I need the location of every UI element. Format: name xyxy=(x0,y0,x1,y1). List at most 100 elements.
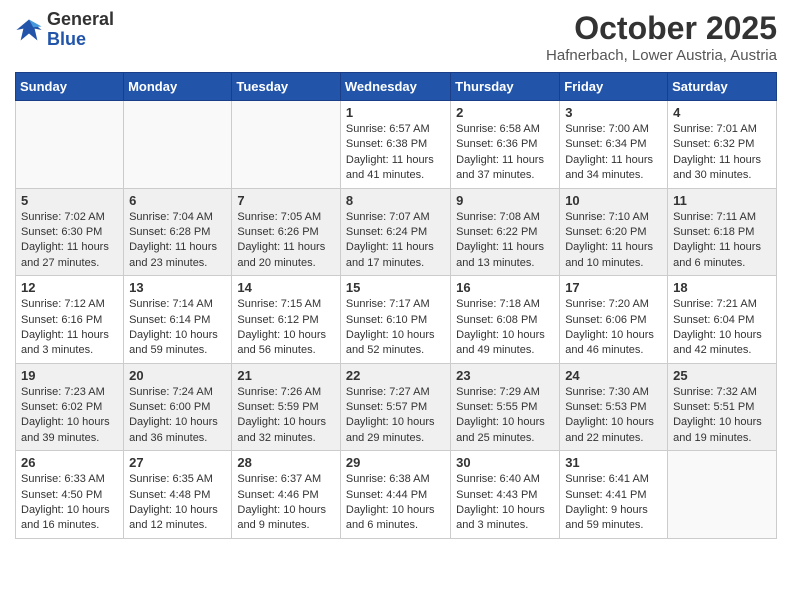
day-info: Sunrise: 7:08 AM Sunset: 6:22 PM Dayligh… xyxy=(456,210,554,272)
day-number: 21 xyxy=(237,368,335,383)
col-thursday: Thursday xyxy=(451,73,560,101)
table-row: 23 Sunrise: 7:29 AM Sunset: 5:55 PM Dayli… xyxy=(451,363,560,451)
table-row xyxy=(124,101,232,189)
day-info: Sunrise: 7:00 AM Sunset: 6:34 PM Dayligh… xyxy=(565,122,662,184)
table-row: 11 Sunrise: 7:11 AM Sunset: 6:18 PM Dayli… xyxy=(668,188,777,276)
day-number: 24 xyxy=(565,368,662,383)
table-row: 25 Sunrise: 7:32 AM Sunset: 5:51 PM Dayli… xyxy=(668,363,777,451)
day-number: 1 xyxy=(346,105,445,120)
table-row: 30Sunrise: 6:40 AM Sunset: 4:43 PM Dayli… xyxy=(451,451,560,539)
day-info: Sunrise: 6:40 AM Sunset: 4:43 PM Dayligh… xyxy=(456,472,554,534)
day-number: 26 xyxy=(21,455,118,470)
title-section: October 2025 Hafnerbach, Lower Austria, … xyxy=(546,10,777,64)
table-row: 16 Sunrise: 7:18 AM Sunset: 6:08 PM Dayli… xyxy=(451,276,560,364)
table-row: 29 Sunrise: 6:38 AM Sunset: 4:44 PM Dayli… xyxy=(340,451,450,539)
day-info: Sunrise: 6:58 AM Sunset: 6:36 PM Dayligh… xyxy=(456,122,554,184)
table-row: 8 Sunrise: 7:07 AM Sunset: 6:24 PM Daylig… xyxy=(340,188,450,276)
day-number: 18 xyxy=(673,280,771,295)
day-number: 10 xyxy=(565,193,662,208)
table-row: 28 Sunrise: 6:37 AM Sunset: 4:46 PM Dayli… xyxy=(232,451,341,539)
logo-text: General Blue xyxy=(47,10,114,50)
day-number: 6 xyxy=(129,193,226,208)
day-info: Sunrise: 6:35 AM Sunset: 4:48 PM Dayligh… xyxy=(129,472,226,534)
day-info: Sunrise: 6:41 AM Sunset: 4:41 PM Dayligh… xyxy=(565,472,662,534)
day-number: 28 xyxy=(237,455,335,470)
page-container: General Blue October 2025 Hafnerbach, Lo… xyxy=(0,0,792,549)
col-monday: Monday xyxy=(124,73,232,101)
col-tuesday: Tuesday xyxy=(232,73,341,101)
day-number: 16 xyxy=(456,280,554,295)
table-row: 31 Sunrise: 6:41 AM Sunset: 4:41 PM Dayli… xyxy=(560,451,668,539)
day-info: Sunrise: 6:37 AM Sunset: 4:46 PM Dayligh… xyxy=(237,472,335,534)
day-info: Sunrise: 7:27 AM Sunset: 5:57 PM Dayligh… xyxy=(346,385,445,447)
day-number: 31 xyxy=(565,455,662,470)
day-info: Sunrise: 7:04 AM Sunset: 6:28 PM Dayligh… xyxy=(129,210,226,272)
day-info: Sunrise: 6:38 AM Sunset: 4:44 PM Dayligh… xyxy=(346,472,445,534)
table-row: 24 Sunrise: 7:30 AM Sunset: 5:53 PM Dayli… xyxy=(560,363,668,451)
day-number: 7 xyxy=(237,193,335,208)
day-number: 20 xyxy=(129,368,226,383)
table-row: 10 Sunrise: 7:10 AM Sunset: 6:20 PM Dayli… xyxy=(560,188,668,276)
day-info: Sunrise: 7:24 AM Sunset: 6:00 PM Dayligh… xyxy=(129,385,226,447)
table-row: 13 Sunrise: 7:14 AM Sunset: 6:14 PM Dayli… xyxy=(124,276,232,364)
table-row: 20 Sunrise: 7:24 AM Sunset: 6:00 PM Dayli… xyxy=(124,363,232,451)
logo-icon xyxy=(15,16,43,44)
calendar-week-row: 19 Sunrise: 7:23 AM Sunset: 6:02 PM Dayli… xyxy=(16,363,777,451)
day-info: Sunrise: 7:10 AM Sunset: 6:20 PM Dayligh… xyxy=(565,210,662,272)
table-row: 3Sunrise: 7:00 AM Sunset: 6:34 PM Daylig… xyxy=(560,101,668,189)
day-info: Sunrise: 7:15 AM Sunset: 6:12 PM Dayligh… xyxy=(237,297,335,359)
day-info: Sunrise: 6:57 AM Sunset: 6:38 PM Dayligh… xyxy=(346,122,445,184)
table-row: 18 Sunrise: 7:21 AM Sunset: 6:04 PM Dayli… xyxy=(668,276,777,364)
day-number: 2 xyxy=(456,105,554,120)
day-number: 11 xyxy=(673,193,771,208)
table-row: 19 Sunrise: 7:23 AM Sunset: 6:02 PM Dayli… xyxy=(16,363,124,451)
calendar-week-row: 26 Sunrise: 6:33 AM Sunset: 4:50 PM Dayli… xyxy=(16,451,777,539)
day-number: 19 xyxy=(21,368,118,383)
day-info: Sunrise: 7:30 AM Sunset: 5:53 PM Dayligh… xyxy=(565,385,662,447)
calendar-table: Sunday Monday Tuesday Wednesday Thursday… xyxy=(15,72,777,539)
table-row: 26 Sunrise: 6:33 AM Sunset: 4:50 PM Dayli… xyxy=(16,451,124,539)
day-number: 17 xyxy=(565,280,662,295)
day-number: 15 xyxy=(346,280,445,295)
logo-general-text: General xyxy=(47,10,114,30)
day-info: Sunrise: 7:07 AM Sunset: 6:24 PM Dayligh… xyxy=(346,210,445,272)
table-row: 14Sunrise: 7:15 AM Sunset: 6:12 PM Dayli… xyxy=(232,276,341,364)
day-info: Sunrise: 7:17 AM Sunset: 6:10 PM Dayligh… xyxy=(346,297,445,359)
table-row: 12Sunrise: 7:12 AM Sunset: 6:16 PM Dayli… xyxy=(16,276,124,364)
day-info: Sunrise: 7:18 AM Sunset: 6:08 PM Dayligh… xyxy=(456,297,554,359)
day-number: 29 xyxy=(346,455,445,470)
day-info: Sunrise: 7:29 AM Sunset: 5:55 PM Dayligh… xyxy=(456,385,554,447)
day-info: Sunrise: 7:21 AM Sunset: 6:04 PM Dayligh… xyxy=(673,297,771,359)
table-row: 17Sunrise: 7:20 AM Sunset: 6:06 PM Dayli… xyxy=(560,276,668,364)
day-info: Sunrise: 7:11 AM Sunset: 6:18 PM Dayligh… xyxy=(673,210,771,272)
day-number: 5 xyxy=(21,193,118,208)
calendar-week-row: 12Sunrise: 7:12 AM Sunset: 6:16 PM Dayli… xyxy=(16,276,777,364)
calendar-week-row: 5 Sunrise: 7:02 AM Sunset: 6:30 PM Daylig… xyxy=(16,188,777,276)
day-info: Sunrise: 7:01 AM Sunset: 6:32 PM Dayligh… xyxy=(673,122,771,184)
logo: General Blue xyxy=(15,10,114,50)
day-info: Sunrise: 7:12 AM Sunset: 6:16 PM Dayligh… xyxy=(21,297,118,359)
table-row: 21 Sunrise: 7:26 AM Sunset: 5:59 PM Dayli… xyxy=(232,363,341,451)
col-saturday: Saturday xyxy=(668,73,777,101)
day-number: 25 xyxy=(673,368,771,383)
calendar-header-row: Sunday Monday Tuesday Wednesday Thursday… xyxy=(16,73,777,101)
day-number: 13 xyxy=(129,280,226,295)
day-info: Sunrise: 6:33 AM Sunset: 4:50 PM Dayligh… xyxy=(21,472,118,534)
table-row: 15 Sunrise: 7:17 AM Sunset: 6:10 PM Dayli… xyxy=(340,276,450,364)
day-info: Sunrise: 7:02 AM Sunset: 6:30 PM Dayligh… xyxy=(21,210,118,272)
calendar-week-row: 1 Sunrise: 6:57 AM Sunset: 6:38 PM Daylig… xyxy=(16,101,777,189)
day-info: Sunrise: 7:23 AM Sunset: 6:02 PM Dayligh… xyxy=(21,385,118,447)
day-number: 8 xyxy=(346,193,445,208)
table-row: 5 Sunrise: 7:02 AM Sunset: 6:30 PM Daylig… xyxy=(16,188,124,276)
day-info: Sunrise: 7:26 AM Sunset: 5:59 PM Dayligh… xyxy=(237,385,335,447)
day-number: 23 xyxy=(456,368,554,383)
day-number: 27 xyxy=(129,455,226,470)
day-info: Sunrise: 7:32 AM Sunset: 5:51 PM Dayligh… xyxy=(673,385,771,447)
table-row: 27 Sunrise: 6:35 AM Sunset: 4:48 PM Dayli… xyxy=(124,451,232,539)
table-row: 22Sunrise: 7:27 AM Sunset: 5:57 PM Dayli… xyxy=(340,363,450,451)
day-number: 4 xyxy=(673,105,771,120)
location: Hafnerbach, Lower Austria, Austria xyxy=(546,47,777,64)
day-info: Sunrise: 7:14 AM Sunset: 6:14 PM Dayligh… xyxy=(129,297,226,359)
table-row: 1 Sunrise: 6:57 AM Sunset: 6:38 PM Daylig… xyxy=(340,101,450,189)
col-friday: Friday xyxy=(560,73,668,101)
